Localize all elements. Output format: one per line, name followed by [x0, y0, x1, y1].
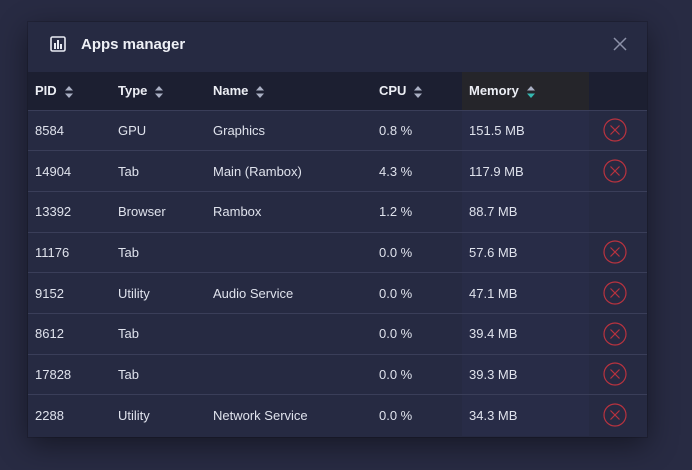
cell-pid: 11176: [35, 244, 70, 260]
end-process-icon[interactable]: [603, 159, 627, 183]
cell-name: [206, 313, 372, 354]
sort-icon: [64, 85, 73, 98]
cell-cpu: 0.0 %: [379, 366, 413, 382]
sort-icon: [414, 85, 423, 98]
table-row[interactable]: 17828 Tab 0.0 % 39.3 MB: [28, 354, 647, 395]
column-header-name[interactable]: Name: [206, 72, 372, 110]
column-header-cpu[interactable]: CPU: [372, 72, 462, 110]
sort-desc-icon: [526, 85, 535, 98]
cell-memory: 39.3 MB: [462, 354, 589, 395]
dialog-titlebar: Apps manager: [28, 22, 647, 72]
end-process-icon[interactable]: [603, 362, 627, 387]
cell-pid: 14904: [35, 163, 72, 179]
table-row[interactable]: 2288 Utility Network Service 0.0 % 34.3 MB: [28, 394, 647, 436]
cell-memory: 57.6 MB: [462, 232, 589, 273]
sort-icon: [155, 85, 164, 98]
process-table: PID Type Name CPU Memory 8584 GPU Graphics 0.8 …: [28, 72, 647, 436]
cell-actions: [589, 191, 647, 232]
cell-pid: 8584: [35, 122, 64, 138]
cell-pid: 8612: [35, 326, 64, 342]
cell-name: Main (Rambox): [213, 163, 302, 179]
cell-name: Audio Service: [213, 285, 294, 301]
close-icon[interactable]: [613, 37, 627, 51]
cell-memory: 151.5 MB: [462, 110, 589, 151]
cell-cpu: 4.3 %: [379, 163, 413, 179]
chart-icon: [50, 36, 66, 52]
cell-name: Network Service: [213, 407, 308, 423]
cell-actions: [589, 354, 647, 395]
end-process-icon[interactable]: [603, 118, 627, 142]
cell-name: Rambox: [213, 204, 262, 220]
column-header-label: PID: [35, 83, 57, 99]
cell-actions: [589, 395, 647, 436]
cell-actions: [589, 232, 647, 273]
cell-cpu: 0.0 %: [379, 244, 413, 260]
table-header-row: PID Type Name CPU Memory: [28, 72, 647, 110]
apps-manager-dialog: Apps manager PID Type Name CPU Memory 8584 GP…: [28, 22, 647, 437]
column-header-label: Memory: [469, 83, 519, 99]
column-header-label: Name: [213, 83, 249, 99]
cell-type: Tab: [118, 366, 139, 382]
column-header-label: CPU: [379, 83, 407, 99]
cell-name: [206, 354, 372, 395]
cell-cpu: 0.0 %: [379, 326, 413, 342]
table-row[interactable]: 11176 Tab 0.0 % 57.6 MB: [28, 232, 647, 273]
table-row[interactable]: 8584 GPU Graphics 0.8 % 151.5 MB: [28, 110, 647, 151]
table-row[interactable]: 9152 Utility Audio Service 0.0 % 47.1 MB: [28, 272, 647, 314]
cell-actions: [589, 313, 647, 354]
end-process-icon[interactable]: [603, 240, 627, 265]
cell-type: Tab: [118, 326, 139, 342]
cell-pid: 17828: [35, 366, 72, 382]
cell-pid: 2288: [35, 407, 64, 423]
end-process-icon[interactable]: [603, 322, 627, 346]
cell-actions: [589, 151, 647, 192]
cell-name: Graphics: [213, 122, 266, 138]
cell-type: Tab: [118, 244, 139, 260]
cell-cpu: 0.0 %: [379, 285, 413, 301]
cell-type: Utility: [118, 285, 150, 301]
cell-memory: 88.7 MB: [462, 191, 589, 233]
table-row[interactable]: 8612 Tab 0.0 % 39.4 MB: [28, 313, 647, 355]
cell-name: [206, 232, 372, 273]
cell-type: Utility: [118, 407, 150, 423]
cell-type: Tab: [118, 163, 139, 179]
cell-actions: [589, 110, 647, 151]
cell-actions: [589, 273, 647, 314]
dialog-title: Apps manager: [81, 36, 186, 53]
column-header-type[interactable]: Type: [111, 72, 206, 110]
cell-memory: 47.1 MB: [462, 272, 589, 314]
column-header-label: Type: [118, 83, 148, 99]
end-process-icon[interactable]: [603, 281, 627, 305]
cell-pid: 9152: [35, 285, 64, 301]
cell-memory: 117.9 MB: [462, 150, 589, 192]
cell-memory: 39.4 MB: [462, 313, 589, 355]
cell-memory: 34.3 MB: [462, 394, 589, 436]
cell-type: Browser: [118, 204, 166, 220]
cell-pid: 13392: [35, 204, 72, 220]
column-header-actions: [589, 72, 647, 110]
cell-cpu: 0.0 %: [379, 407, 413, 423]
cell-cpu: 1.2 %: [379, 204, 413, 220]
cell-type: GPU: [118, 122, 147, 138]
column-header-pid[interactable]: PID: [28, 72, 111, 110]
end-process-icon[interactable]: [603, 403, 627, 428]
table-body: 8584 GPU Graphics 0.8 % 151.5 MB 14904 Tab Main…: [28, 110, 647, 436]
cell-cpu: 0.8 %: [379, 122, 413, 138]
table-row[interactable]: 14904 Tab Main (Rambox) 4.3 % 117.9 MB: [28, 150, 647, 192]
column-header-memory[interactable]: Memory: [462, 72, 589, 110]
table-row[interactable]: 13392 Browser Rambox 1.2 % 88.7 MB: [28, 191, 647, 233]
sort-icon: [256, 85, 265, 98]
